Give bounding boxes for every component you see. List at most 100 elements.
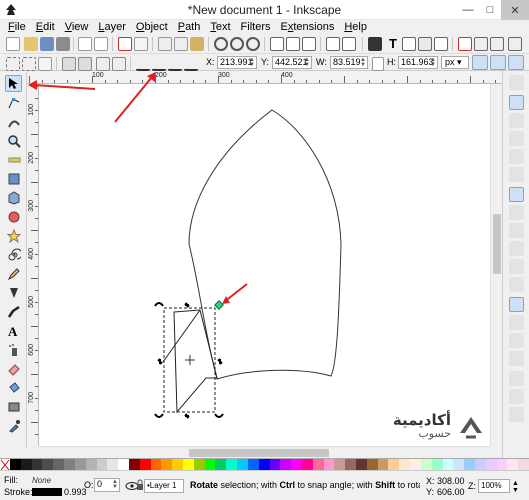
- export-icon[interactable]: [94, 37, 108, 51]
- zoom-selection-icon[interactable]: [214, 37, 228, 51]
- menu-extensions[interactable]: Extensions: [281, 20, 335, 34]
- menu-help[interactable]: Help: [344, 20, 367, 34]
- scale-stroke-toggle[interactable]: [472, 55, 488, 70]
- x-input[interactable]: 213.991 ▲ ▼: [217, 56, 257, 69]
- menu-text[interactable]: Text: [210, 20, 230, 34]
- clone-icon[interactable]: [286, 37, 300, 51]
- measure-tool[interactable]: [5, 151, 22, 168]
- large-shape-outline[interactable]: [188, 109, 342, 380]
- snap-cusp-icon[interactable]: [509, 241, 524, 256]
- rotate-handle-top-left[interactable]: [154, 302, 164, 307]
- opacity-input[interactable]: 0 ▲ ▼: [94, 478, 120, 492]
- zoom-spinner[interactable]: ▲ ▼: [512, 480, 519, 494]
- undo-icon[interactable]: [118, 37, 132, 51]
- group-icon[interactable]: [326, 37, 340, 51]
- lock-icon[interactable]: [136, 479, 144, 491]
- snap-centers-icon[interactable]: [509, 315, 524, 330]
- rotate-handle-mid-left[interactable]: [157, 358, 163, 365]
- preferences-icon[interactable]: [474, 37, 488, 51]
- text-tool[interactable]: A: [5, 322, 22, 339]
- eraser-tool[interactable]: [5, 360, 22, 377]
- vertical-scrollbar[interactable]: [490, 84, 502, 446]
- flip-vertical-icon[interactable]: [112, 57, 126, 71]
- pen-tool[interactable]: [5, 284, 22, 301]
- copy-icon[interactable]: [158, 37, 172, 51]
- y-input[interactable]: 442.521 ▲ ▼: [272, 56, 312, 69]
- snap-toggle-icon[interactable]: [509, 75, 524, 90]
- gradient-tool[interactable]: [5, 398, 22, 415]
- zoom-input[interactable]: 100%: [478, 479, 510, 493]
- maximize-button[interactable]: □: [479, 0, 501, 20]
- snap-bbox-corner-icon[interactable]: [509, 131, 524, 146]
- menu-file[interactable]: File: [8, 20, 26, 34]
- unit-select[interactable]: px ▾: [441, 56, 469, 69]
- document-properties-icon[interactable]: [458, 37, 472, 51]
- menu-edit[interactable]: Edit: [36, 20, 55, 34]
- select-all-icon[interactable]: [6, 57, 20, 71]
- snap-nodes-icon[interactable]: [509, 187, 524, 202]
- menu-object[interactable]: Object: [136, 20, 168, 34]
- snap-midpoint-icon[interactable]: [509, 277, 524, 292]
- snap-intersections-icon[interactable]: [509, 223, 524, 238]
- rotate-handle-bottom-left[interactable]: [154, 413, 164, 418]
- rotate-handle-top-right[interactable]: [214, 300, 224, 310]
- 3d-box-tool[interactable]: [5, 189, 22, 206]
- layers-icon[interactable]: [434, 37, 448, 51]
- snap-bbox-center-icon[interactable]: [509, 167, 524, 182]
- pencil-tool[interactable]: [5, 265, 22, 282]
- paste-icon[interactable]: [190, 37, 204, 51]
- close-button[interactable]: ✕: [501, 0, 529, 20]
- snap-others-icon[interactable]: [509, 297, 524, 312]
- snap-bbox-midpoint-icon[interactable]: [509, 149, 524, 164]
- menu-layer[interactable]: Layer: [98, 20, 126, 34]
- raise-to-top-icon[interactable]: [136, 57, 150, 71]
- snap-rotation-center-icon[interactable]: [509, 333, 524, 348]
- star-tool[interactable]: [5, 227, 22, 244]
- snap-grid-icon[interactable]: [509, 389, 524, 404]
- calligraphy-tool[interactable]: [5, 303, 22, 320]
- drawing-canvas[interactable]: [39, 84, 490, 446]
- snap-bbox-icon[interactable]: [509, 95, 524, 110]
- snap-smooth-icon[interactable]: [509, 259, 524, 274]
- fill-indicator[interactable]: None: [32, 476, 62, 485]
- rotate-ccw-icon[interactable]: [62, 57, 76, 71]
- move-gradients-toggle[interactable]: [508, 55, 524, 70]
- open-file-icon[interactable]: [24, 37, 38, 51]
- flip-horizontal-icon[interactable]: [96, 57, 110, 71]
- no-color-swatch[interactable]: [0, 459, 10, 471]
- rectangle-tool[interactable]: [5, 170, 22, 187]
- vertical-scroll-thumb[interactable]: [493, 214, 501, 274]
- snap-paths-icon[interactable]: [509, 205, 524, 220]
- zoom-drawing-icon[interactable]: [230, 37, 244, 51]
- selected-small-shape[interactable]: [173, 309, 218, 414]
- lower-icon[interactable]: [168, 57, 182, 71]
- zoom-tool[interactable]: [5, 132, 22, 149]
- spray-tool[interactable]: [5, 341, 22, 358]
- select-all-layers-icon[interactable]: [22, 57, 36, 71]
- horizontal-scrollbar[interactable]: [39, 446, 490, 458]
- print-icon[interactable]: [56, 37, 70, 51]
- snap-text-baseline-icon[interactable]: [509, 351, 524, 366]
- menu-filters[interactable]: Filters: [241, 20, 271, 34]
- lower-to-bottom-icon[interactable]: [184, 57, 198, 71]
- snap-guides-icon[interactable]: [509, 407, 524, 422]
- selector-tool[interactable]: [5, 75, 22, 92]
- rotate-cw-icon[interactable]: [78, 57, 92, 71]
- duplicate-icon[interactable]: [270, 37, 284, 51]
- width-input[interactable]: 83.519 ▲ ▼: [330, 56, 368, 69]
- save-icon[interactable]: [40, 37, 54, 51]
- snap-page-border-icon[interactable]: [509, 371, 524, 386]
- node-tool[interactable]: [5, 94, 22, 111]
- redo-icon[interactable]: [134, 37, 148, 51]
- menu-view[interactable]: View: [65, 20, 89, 34]
- height-input[interactable]: 161.963 ▲ ▼: [398, 56, 438, 69]
- new-document-icon[interactable]: [6, 37, 20, 51]
- cut-icon[interactable]: [174, 37, 188, 51]
- rotate-handle-bottom-right[interactable]: [214, 413, 224, 418]
- snap-bbox-edge-icon[interactable]: [509, 113, 524, 128]
- text-font-icon[interactable]: T: [386, 37, 400, 51]
- rotation-center-icon[interactable]: [185, 355, 195, 365]
- import-icon[interactable]: [78, 37, 92, 51]
- vertical-ruler[interactable]: 100 200 300 400 500 600 700: [27, 84, 39, 446]
- layer-select[interactable]: •Layer 1: [144, 479, 184, 493]
